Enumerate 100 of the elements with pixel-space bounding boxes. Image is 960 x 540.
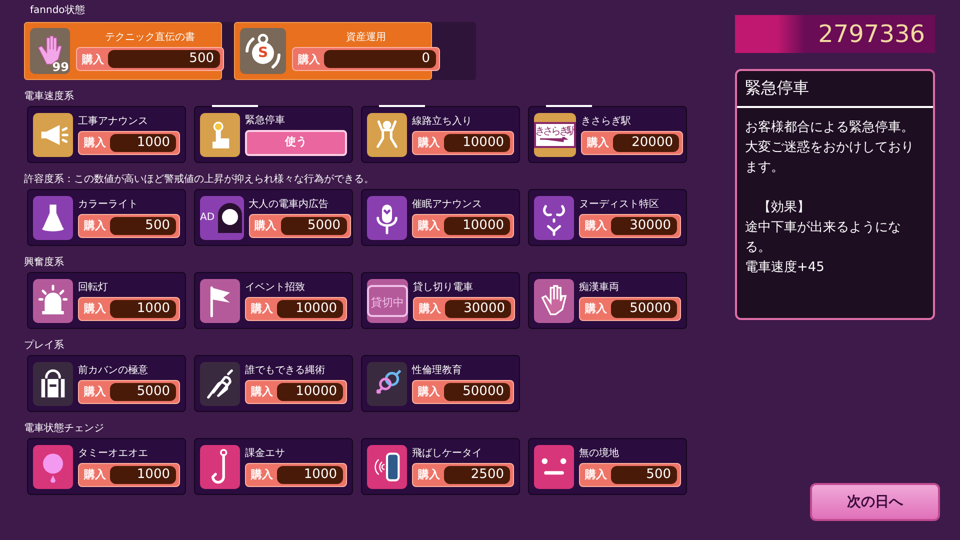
- buy-button[interactable]: 購入 10000: [245, 380, 347, 404]
- buy-button[interactable]: 購入 500: [76, 47, 224, 71]
- buy-button[interactable]: 購入 30000: [579, 214, 681, 238]
- item-card[interactable]: 前カバンの極意 購入 5000: [27, 355, 186, 412]
- item-name: カラーライト: [78, 198, 139, 210]
- price-field: 20000: [613, 134, 679, 152]
- buy-label: 購入: [254, 220, 277, 231]
- buy-button[interactable]: 購入 1000: [78, 462, 180, 486]
- item-card[interactable]: 誰でもできる縄術 購入 10000: [194, 355, 353, 412]
- item-card[interactable]: 回転灯 購入 1000: [27, 272, 186, 329]
- buy-label: 購入: [84, 220, 106, 231]
- price-field: 500: [108, 50, 220, 68]
- item-card[interactable]: 無の境地 購入 500: [528, 438, 687, 495]
- price-field: 50000: [444, 382, 510, 400]
- detail-text: お客様都合による緊急停車。大変ご迷惑をおかけしております。: [745, 119, 915, 177]
- price-field: 10000: [444, 134, 510, 152]
- section-title: 電車速度系: [24, 90, 75, 104]
- item-card[interactable]: 課金エサ 購入 1000: [194, 438, 353, 495]
- buy-label: 購入: [251, 303, 273, 314]
- detail-title: 緊急停車: [744, 77, 810, 99]
- price-field: 1000: [110, 134, 176, 152]
- buy-label: 購入: [585, 220, 607, 231]
- count-label: 99: [52, 61, 69, 74]
- price-field: 1000: [277, 466, 343, 484]
- buy-button[interactable]: 購入 1000: [245, 462, 347, 486]
- next-day-button[interactable]: 次の日へ: [810, 483, 940, 521]
- price-field: 1000: [110, 466, 176, 484]
- buy-label: 購入: [419, 303, 441, 314]
- item-card[interactable]: カラーライト 購入 500: [27, 189, 186, 246]
- detail-text: 電車速度+45: [745, 259, 826, 277]
- detail-text: 【効果】: [757, 199, 811, 217]
- coin-letter: S: [258, 44, 268, 63]
- price-field: 2500: [444, 466, 510, 484]
- item-card[interactable]: 痴漢車両 購入 50000: [528, 272, 687, 329]
- buy-button[interactable]: 購入 10000: [412, 130, 514, 154]
- buy-button[interactable]: 購入 5000: [248, 214, 351, 238]
- item-name: 飛ばしケータイ: [412, 446, 483, 460]
- buy-button[interactable]: 購入 500: [78, 214, 180, 238]
- buy-button[interactable]: 購入 10000: [245, 296, 347, 320]
- item-card[interactable]: 飛ばしケータイ 購入 2500: [361, 438, 520, 495]
- buy-button[interactable]: 購入 0: [292, 47, 440, 71]
- price-field: 5000: [280, 216, 347, 234]
- money-bar-accent: [735, 15, 805, 53]
- item-card[interactable]: 99 テクニック直伝の書 購入 500: [24, 22, 222, 80]
- item-card[interactable]: 貸切中 貸し切り電車 購入 30000: [361, 272, 520, 329]
- price-field: 10000: [277, 300, 343, 318]
- item-name: 回転灯: [78, 280, 109, 294]
- item-name: 性倫理教育: [412, 364, 463, 376]
- price-field: 30000: [445, 300, 511, 318]
- item-card[interactable]: 性倫理教育 購入 50000: [361, 355, 520, 412]
- item-name: テクニック直伝の書: [105, 31, 195, 44]
- head-silhouette-icon: [216, 200, 244, 234]
- price-field: 50000: [611, 300, 677, 318]
- buy-button[interactable]: 購入 1000: [78, 130, 180, 154]
- section-title: fanndo状態: [30, 4, 86, 18]
- price-field: 10000: [277, 382, 343, 400]
- buy-button[interactable]: 購入 50000: [579, 296, 681, 320]
- buy-label: 購入: [82, 54, 104, 64]
- buy-button[interactable]: 購入 5000: [78, 380, 180, 404]
- price-field: 30000: [611, 216, 677, 234]
- buy-label: 購入: [585, 303, 607, 314]
- item-card[interactable]: AD 大人の電車内広告 購入 5000: [194, 189, 353, 246]
- buy-button[interactable]: 購入 30000: [413, 296, 515, 320]
- buy-button[interactable]: 購入 1000: [78, 296, 180, 320]
- buy-label: 購入: [418, 469, 440, 480]
- buy-button[interactable]: 購入 50000: [412, 380, 514, 404]
- buy-button[interactable]: 購入 20000: [581, 130, 683, 154]
- buy-label: 購入: [418, 386, 440, 397]
- buy-label: 購入: [587, 137, 609, 148]
- buy-label: 購入: [84, 469, 106, 480]
- item-card[interactable]: ヌーディスト特区 購入 30000: [528, 189, 687, 246]
- buy-label: 購入: [251, 386, 273, 397]
- item-name: 資産運用: [346, 31, 386, 44]
- buy-button[interactable]: 購入 500: [579, 462, 681, 486]
- item-name: 大人の電車内広告: [248, 198, 330, 210]
- buy-label: 購入: [84, 303, 106, 314]
- price-field: 5000: [110, 382, 176, 400]
- item-card[interactable]: イベント招致 購入 10000: [194, 272, 353, 329]
- price-field: 10000: [444, 216, 510, 234]
- item-name: 緊急停車: [245, 114, 286, 126]
- buy-button[interactable]: 購入 10000: [412, 214, 514, 238]
- price-field: 500: [110, 216, 176, 234]
- item-name: 誰でもできる縄術: [245, 364, 326, 376]
- item-card[interactable]: 工事アナウンス 購入 1000: [27, 106, 186, 163]
- section-title: 許容度系：この数値が高いほど警戒値の上昇が抑えられ様々な行為ができる。: [24, 173, 375, 187]
- buy-button[interactable]: 購入 2500: [412, 462, 514, 486]
- buy-label: 購入: [251, 469, 273, 480]
- item-name: ヌーディスト特区: [579, 198, 660, 210]
- section-title: 興奮度系: [24, 256, 65, 270]
- section-title: 電車状態チェンジ: [24, 422, 105, 436]
- sign-text: 貸切中: [371, 296, 404, 308]
- item-name: 無の境地: [579, 446, 620, 460]
- item-card[interactable]: 催眠アナウンス 購入 10000: [361, 189, 520, 246]
- item-card[interactable]: 緊急停車 使う: [194, 106, 353, 163]
- arrow-icon: [540, 137, 570, 142]
- item-card[interactable]: 線路立ち入り 購入 10000: [361, 106, 520, 163]
- hook-icon: [211, 448, 229, 484]
- money-amount: 2797336: [817, 22, 926, 46]
- item-card[interactable]: タミーオエオエ 購入 1000: [27, 438, 186, 495]
- buy-label: 購入: [298, 54, 320, 64]
